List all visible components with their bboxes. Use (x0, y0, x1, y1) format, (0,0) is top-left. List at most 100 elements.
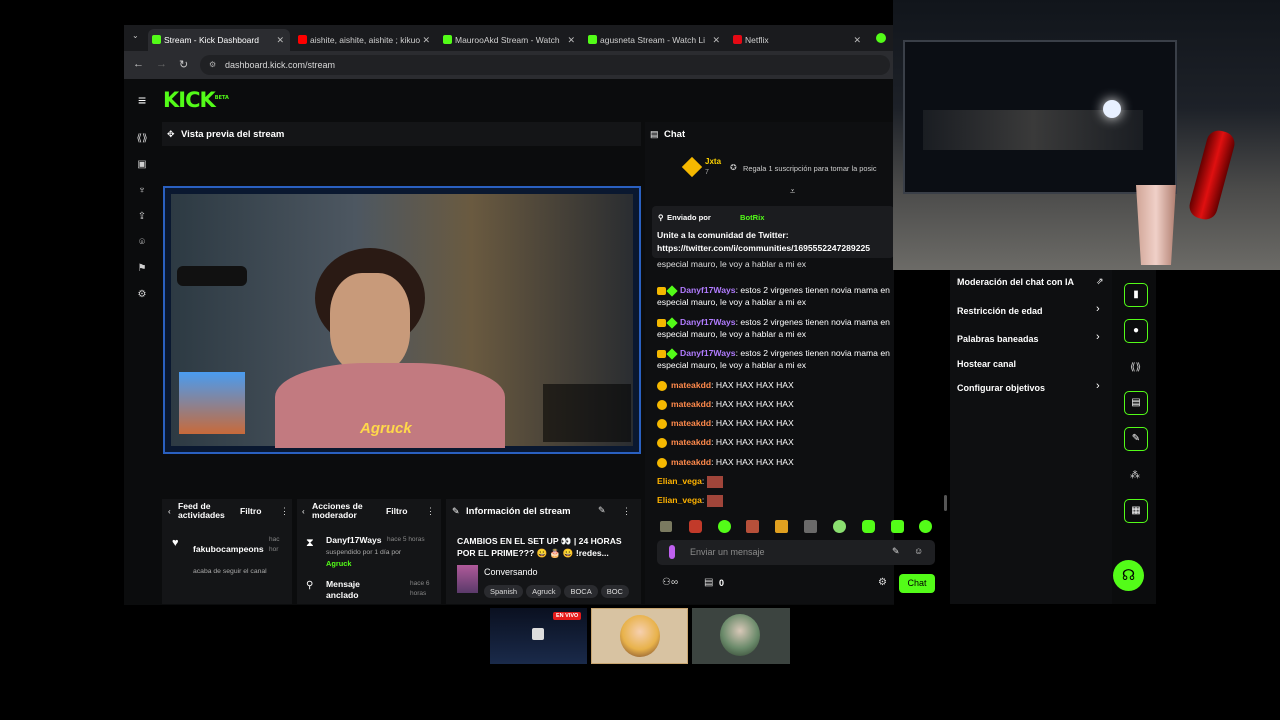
clip-icon[interactable]: ▦ (1124, 499, 1148, 523)
kick-logo[interactable]: KICKBETA (163, 88, 229, 112)
users-icon[interactable]: ⚇∞ (662, 577, 678, 588)
category-thumbnail[interactable] (457, 565, 478, 593)
more-options-icon[interactable]: ⋮ (622, 506, 631, 517)
tab-kick-dashboard[interactable]: Stream - Kick Dashboard ✕ (148, 29, 290, 51)
chat-username[interactable]: Elian_vega (657, 495, 702, 505)
tab-mauroakd[interactable]: MaurooAkd Stream - Watch ✕ (439, 29, 581, 51)
tab-netflix[interactable]: Netflix ✕ (729, 29, 867, 51)
hamburger-menu-icon[interactable]: ≡ (138, 92, 146, 108)
site-info-icon[interactable]: ⚙ (209, 55, 216, 75)
menu-ai-moderation[interactable]: Moderación del chat con IA (957, 277, 1074, 287)
tab-menu-icon[interactable]: ⌄ (132, 31, 139, 40)
chat-username[interactable]: mateakdd (671, 418, 711, 428)
pinned-link[interactable]: https://twitter.com/i/communities/169555… (657, 243, 870, 253)
back-icon[interactable]: ← (133, 58, 144, 70)
chevron-right-icon[interactable]: › (1096, 303, 1100, 315)
emote-icon[interactable] (804, 520, 817, 533)
translate-icon[interactable]: ✎ (892, 546, 900, 557)
emote-icon[interactable] (891, 520, 904, 533)
menu-age-restriction[interactable]: Restricción de edad (957, 306, 1043, 316)
external-link-icon[interactable]: ⇗ (1096, 276, 1104, 287)
chat-username[interactable]: mateakdd (671, 437, 711, 447)
layout-icon[interactable]: ▤ (1124, 391, 1148, 415)
url-field[interactable]: ⚙ dashboard.kick.com/stream (200, 55, 890, 75)
emote-icon[interactable] (660, 521, 672, 532)
upload-nav-icon[interactable]: ⇪ (136, 211, 148, 223)
gift-subscription-prompt[interactable]: Regala 1 suscripción para tomar la posic (743, 164, 877, 173)
stream-nav-icon[interactable]: ⟪⟫ (136, 133, 148, 145)
more-options-icon[interactable]: ⋮ (280, 506, 289, 517)
tab-agusneta[interactable]: agusneta Stream - Watch Li ✕ (584, 29, 726, 51)
mod-item-moderator[interactable]: Agruck (326, 559, 351, 568)
tag-pill[interactable]: Agruck (526, 585, 562, 598)
close-icon[interactable]: ✕ (276, 29, 284, 51)
emote-icon[interactable] (833, 520, 846, 533)
notes-icon[interactable]: ▮ (1124, 283, 1148, 307)
activity-username[interactable]: fakubocampeons (193, 544, 264, 554)
chat-username[interactable]: Elian_vega (657, 476, 702, 486)
wrench-icon[interactable]: ✎ (1124, 427, 1148, 451)
extension-icon[interactable] (876, 33, 886, 43)
chat-username[interactable]: Danyf17Ways (680, 285, 736, 295)
emote-icon[interactable] (746, 520, 759, 533)
mic-icon[interactable] (669, 545, 675, 559)
category-name[interactable]: Conversando (484, 567, 538, 577)
move-icon[interactable]: ‹ (302, 507, 305, 516)
support-headset-icon[interactable]: ☊ (1113, 560, 1144, 591)
analytics-nav-icon[interactable]: ▣ (136, 159, 148, 171)
pinned-sender[interactable]: BotRix (740, 213, 764, 222)
chat-toggle-icon[interactable]: ● (1124, 319, 1148, 343)
more-options-icon[interactable]: ⋮ (426, 506, 435, 517)
close-icon[interactable]: ✕ (422, 29, 430, 51)
emote-icon[interactable] (689, 520, 702, 533)
chat-username[interactable]: mateakdd (671, 380, 711, 390)
emote-icon[interactable] (718, 520, 731, 533)
close-icon[interactable]: ✕ (853, 29, 861, 51)
broadcast-icon[interactable]: ⟪⟫ (1130, 362, 1141, 373)
emote-icon[interactable] (862, 520, 875, 533)
emote-icon[interactable] (775, 520, 788, 533)
emote-icon[interactable] (919, 520, 932, 533)
taskbar-thumbnail-stream[interactable]: EN VIVO (490, 608, 587, 664)
top-gifter-name[interactable]: Jxta (705, 157, 721, 166)
mod-item-user[interactable]: Danyf17Ways (326, 535, 382, 545)
forward-icon[interactable]: → (156, 58, 167, 70)
lock-icon[interactable]: ▤ (704, 577, 713, 588)
trophy-nav-icon[interactable]: ♆ (136, 185, 148, 197)
emoji-icon[interactable]: ☺ (914, 546, 923, 556)
chat-username[interactable]: Danyf17Ways (680, 317, 736, 327)
chat-scrollbar[interactable] (944, 495, 947, 511)
gear-icon[interactable]: ⚙ (136, 289, 148, 301)
tag-pill[interactable]: Spanish (484, 585, 524, 598)
preview-move-icon[interactable]: ✥ (167, 129, 175, 140)
chat-username[interactable]: Danyf17Ways (680, 348, 736, 358)
gear-icon[interactable]: ⚙ (878, 577, 887, 588)
close-icon[interactable]: ✕ (567, 29, 575, 51)
tag-pill[interactable]: BOC (600, 585, 629, 598)
taskbar-thumbnail-avatar-1[interactable] (591, 608, 688, 664)
mod-filter-button[interactable]: Filtro (386, 506, 407, 516)
chat-username[interactable]: mateakdd (671, 457, 711, 467)
menu-configure-goals[interactable]: Configurar objetivos (957, 383, 1045, 393)
chevron-right-icon[interactable]: › (1096, 331, 1100, 343)
edit-icon[interactable]: ✎ (598, 505, 606, 516)
chat-input[interactable]: Enviar un mensaje ✎ ☺ (657, 540, 935, 565)
tab-youtube[interactable]: aishite, aishite, aishite ; kikuo ✕ (294, 29, 436, 51)
activity-filter-button[interactable]: Filtro (240, 506, 261, 516)
camera-nav-icon[interactable]: ⌾ (136, 237, 148, 249)
reload-icon[interactable]: ↻ (179, 58, 188, 71)
share-icon[interactable]: ⁂ (1130, 470, 1140, 481)
pin-collapse-icon[interactable]: ⩡ (790, 186, 795, 197)
menu-banned-words[interactable]: Palabras baneadas (957, 334, 1039, 344)
chat-username[interactable]: mateakdd (671, 399, 711, 409)
chevron-right-icon[interactable]: › (1096, 380, 1100, 392)
send-chat-button[interactable]: Chat (899, 574, 935, 593)
move-icon[interactable]: ‹ (168, 507, 171, 516)
users-nav-icon[interactable]: ⚑ (136, 263, 148, 275)
tag-pill[interactable]: BOCA (564, 585, 598, 598)
stream-preview-video[interactable]: Agruck (163, 186, 641, 454)
menu-host-channel[interactable]: Hostear canal (957, 359, 1016, 369)
close-icon[interactable]: ✕ (712, 29, 720, 51)
taskbar-thumbnail-avatar-2[interactable] (692, 608, 790, 664)
netflix-favicon-icon (733, 35, 742, 44)
